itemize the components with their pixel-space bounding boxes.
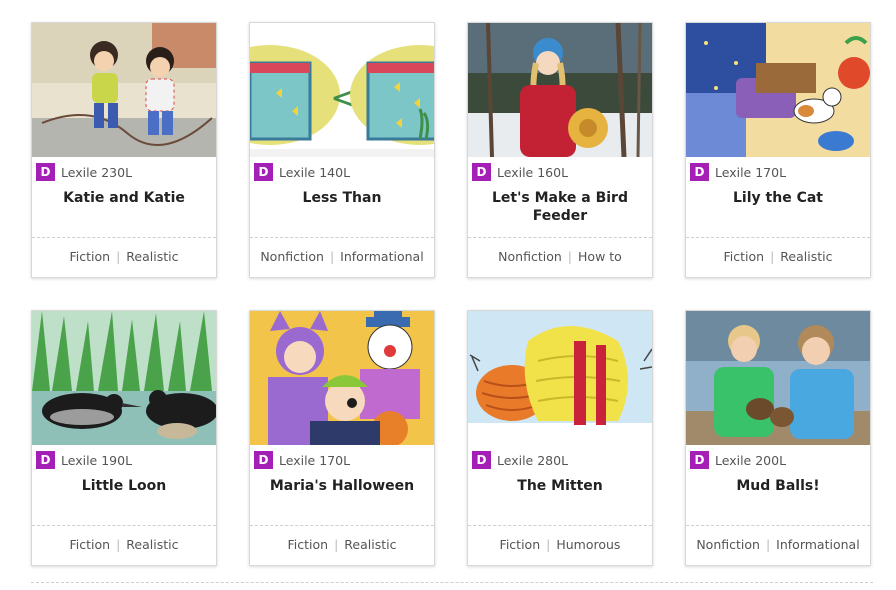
book-meta: D Lexile 170L: [690, 163, 786, 181]
book-meta: D Lexile 200L: [690, 451, 786, 469]
card-divider: [250, 237, 434, 238]
tag-separator: |: [334, 537, 339, 552]
genre-tags: Fiction | Realistic: [32, 249, 216, 264]
book-title[interactable]: Lily the Cat: [694, 189, 862, 207]
book-card[interactable]: D Lexile 230L Katie and Katie Fiction | Re…: [31, 22, 217, 278]
genre-tag: Fiction: [69, 537, 111, 552]
book-cover-image[interactable]: [468, 311, 652, 445]
reading-level-badge: D: [690, 451, 709, 469]
book-meta: D Lexile 230L: [36, 163, 132, 181]
reading-level-badge: D: [472, 451, 491, 469]
book-title[interactable]: Little Loon: [40, 477, 208, 495]
genre-tags: Nonfiction | How to: [468, 249, 652, 264]
book-meta: D Lexile 160L: [472, 163, 568, 181]
tag-separator: |: [329, 249, 335, 264]
book-cover-image[interactable]: [686, 311, 870, 445]
book-title[interactable]: Maria's Halloween: [258, 477, 426, 495]
section-divider: [31, 582, 873, 583]
card-divider: [250, 525, 434, 526]
lexile-level: Lexile 140L: [279, 164, 351, 180]
lexile-level: Lexile 160L: [497, 164, 569, 180]
book-meta: D Lexile 170L: [254, 451, 350, 469]
genre-tag: Nonfiction: [498, 249, 562, 264]
book-cover-image[interactable]: [468, 23, 652, 157]
reading-level-badge: D: [36, 451, 55, 469]
book-cover-image[interactable]: [250, 311, 434, 445]
reading-level-badge: D: [472, 163, 491, 181]
genre-tag: Fiction: [499, 537, 541, 552]
book-card[interactable]: D Lexile 170L Lily the Cat Fiction | Reali…: [685, 22, 871, 278]
book-cover-image[interactable]: [32, 23, 216, 157]
genre-tags: Fiction | Realistic: [250, 537, 434, 552]
book-card[interactable]: D Lexile 200L Mud Balls! Nonfiction | Info…: [685, 310, 871, 566]
genre-tag: Fiction: [69, 249, 111, 264]
genre-tag: How to: [578, 249, 622, 264]
tag-separator: |: [116, 249, 121, 264]
tag-separator: |: [770, 249, 775, 264]
genre-tags: Nonfiction | Informational: [250, 249, 434, 264]
card-divider: [32, 525, 216, 526]
book-title[interactable]: Mud Balls!: [694, 477, 862, 495]
tag-separator: |: [116, 537, 121, 552]
lexile-level: Lexile 230L: [61, 164, 133, 180]
lexile-level: Lexile 170L: [279, 452, 351, 468]
book-card[interactable]: < D Lexile 140L Less Than Nonfiction | Inf…: [249, 22, 435, 278]
book-title[interactable]: Katie and Katie: [40, 189, 208, 207]
genre-tag: Informational: [340, 249, 424, 264]
card-divider: [468, 237, 652, 238]
book-meta: D Lexile 280L: [472, 451, 568, 469]
reading-level-badge: D: [690, 163, 709, 181]
book-title[interactable]: The Mitten: [476, 477, 644, 495]
tag-separator: |: [765, 537, 771, 552]
genre-tag: Nonfiction: [696, 537, 760, 552]
genre-tag: Realistic: [344, 537, 397, 552]
genre-tag: Realistic: [780, 249, 833, 264]
genre-tag: Realistic: [126, 249, 179, 264]
lexile-level: Lexile 170L: [715, 164, 787, 180]
reading-level-badge: D: [36, 163, 55, 181]
reading-level-badge: D: [254, 451, 273, 469]
book-cover-image[interactable]: [32, 311, 216, 445]
book-card[interactable]: D Lexile 280L The Mitten Fiction | Humorou…: [467, 310, 653, 566]
card-divider: [468, 525, 652, 526]
book-title[interactable]: Let's Make a Bird Feeder: [476, 189, 644, 225]
genre-tag: Humorous: [556, 537, 621, 552]
genre-tags: Nonfiction | Informational: [686, 537, 870, 552]
genre-tags: Fiction | Realistic: [686, 249, 870, 264]
book-card[interactable]: D Lexile 160L Let's Make a Bird Feeder N…: [467, 22, 653, 278]
book-title[interactable]: Less Than: [258, 189, 426, 207]
lexile-level: Lexile 200L: [715, 452, 787, 468]
book-cover-image[interactable]: <: [250, 23, 434, 157]
genre-tags: Fiction | Humorous: [468, 537, 652, 552]
book-cover-image[interactable]: [686, 23, 870, 157]
genre-tags: Fiction | Realistic: [32, 537, 216, 552]
tag-separator: |: [567, 249, 573, 264]
reading-level-badge: D: [254, 163, 273, 181]
card-divider: [686, 237, 870, 238]
lexile-level: Lexile 190L: [61, 452, 133, 468]
genre-tag: Nonfiction: [260, 249, 324, 264]
genre-tag: Realistic: [126, 537, 179, 552]
tag-separator: |: [546, 537, 551, 552]
book-card[interactable]: D Lexile 170L Maria's Halloween Fiction |…: [249, 310, 435, 566]
book-meta: D Lexile 140L: [254, 163, 350, 181]
lexile-level: Lexile 280L: [497, 452, 569, 468]
genre-tag: Fiction: [287, 537, 329, 552]
book-card[interactable]: D Lexile 190L Little Loon Fiction | Realis…: [31, 310, 217, 566]
card-divider: [686, 525, 870, 526]
genre-tag: Informational: [776, 537, 860, 552]
book-meta: D Lexile 190L: [36, 451, 132, 469]
card-divider: [32, 237, 216, 238]
genre-tag: Fiction: [723, 249, 765, 264]
